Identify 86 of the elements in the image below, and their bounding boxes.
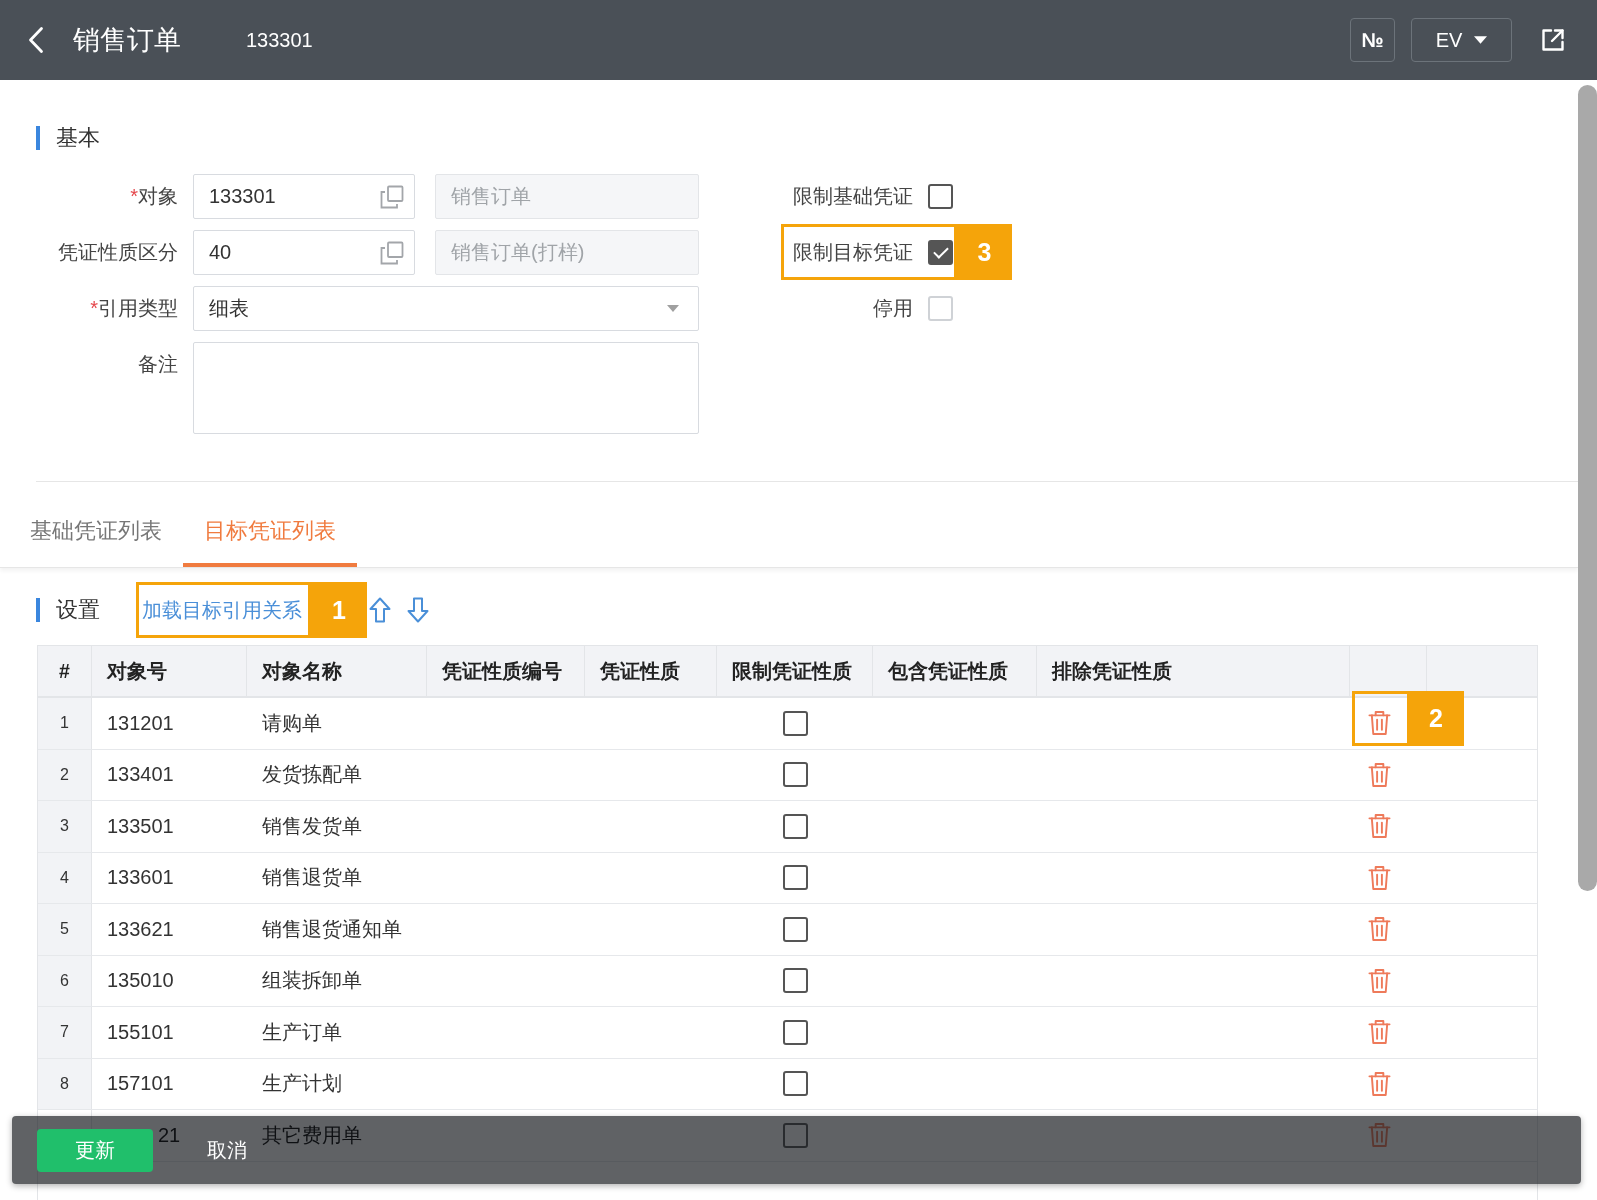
checkbox[interactable] [782, 1019, 808, 1045]
checkbox[interactable] [928, 240, 953, 265]
trash-icon[interactable] [1368, 1019, 1391, 1046]
trash-icon[interactable] [1368, 710, 1391, 737]
document-number: 133301 [246, 28, 313, 52]
step-marker: 1 [311, 582, 367, 638]
checkbox[interactable] [782, 813, 808, 839]
table-cell: 131201 [107, 711, 174, 735]
table-cell-text: 生产订单 [262, 1019, 342, 1045]
trash-icon[interactable] [1368, 813, 1391, 840]
table-cell-text: 销售退货通知单 [262, 916, 402, 942]
column-header: 对象名称 [247, 646, 427, 696]
step-marker: 3 [957, 224, 1012, 280]
trash-icon[interactable] [1368, 864, 1391, 891]
trash-icon[interactable] [1368, 1070, 1391, 1097]
table-cell-text: 销售发货单 [262, 813, 362, 839]
table-cell-text: 其它费用单 [262, 1122, 362, 1148]
row-number: 4 [38, 852, 92, 903]
input-field[interactable]: 133301 [193, 174, 415, 219]
column-header: 凭证性质编号 [427, 646, 585, 696]
dropdown[interactable]: 细表 [193, 286, 699, 331]
section-title: 基本 [36, 126, 100, 150]
section-title: 设置 [36, 598, 100, 622]
column-header: 排除凭证性质 [1037, 646, 1350, 696]
table-cell: 21 [158, 1123, 181, 1147]
readonly-field: 销售订单 [435, 174, 699, 219]
trash-icon[interactable] [1368, 916, 1391, 943]
checkbox-label: 限制目标凭证 [793, 240, 913, 265]
row-number: 7 [38, 1007, 92, 1058]
dropdown-button[interactable]: EV [1411, 18, 1512, 62]
table-cell: 133401 [107, 763, 174, 787]
trash-icon[interactable] [1368, 967, 1391, 994]
row-number: 3 [38, 801, 92, 852]
table-cell: 157101 [107, 1072, 174, 1096]
row-number: 2 [38, 749, 92, 800]
caret-icon [1474, 36, 1488, 44]
table-cell-text: 请购单 [262, 710, 322, 736]
checkbox[interactable] [782, 968, 808, 994]
field-label: 备注 [137, 352, 179, 377]
readonly-field: 销售订单(打样) [435, 230, 699, 275]
caret-icon [667, 305, 679, 312]
page-title: 销售订单 [73, 24, 181, 57]
table-cell: 133621 [107, 917, 174, 941]
table-cell: 133601 [107, 866, 174, 890]
trash-icon[interactable] [1368, 761, 1391, 788]
copy-icon[interactable] [380, 184, 404, 209]
column-header: 包含凭证性质 [873, 646, 1037, 696]
row-number: 5 [38, 904, 92, 955]
copy-icon[interactable] [380, 240, 404, 265]
checkbox-label: 停用 [873, 296, 913, 321]
field-label: *对象 [129, 184, 179, 209]
table-cell-text: 销售退货单 [262, 865, 362, 891]
arrow-down-icon[interactable] [407, 597, 429, 623]
checkbox-label: 限制基础凭证 [793, 184, 913, 209]
table-cell-text: 组装拆卸单 [262, 968, 362, 994]
table-cell-text: 生产计划 [262, 1071, 342, 1097]
column-header: # [38, 646, 92, 696]
checkbox[interactable] [782, 762, 808, 788]
row-number: 6 [38, 955, 92, 1006]
numbering-button[interactable]: № [1350, 18, 1395, 62]
column-header: 对象号 [92, 646, 247, 696]
table-cell-text: 发货拣配单 [262, 762, 362, 788]
scrollbar[interactable] [1578, 85, 1597, 891]
arrow-up-icon[interactable] [369, 597, 391, 623]
back-icon[interactable] [28, 26, 44, 54]
checkbox[interactable] [782, 710, 808, 736]
table-cell: 133501 [107, 814, 174, 838]
table-cell: 155101 [107, 1020, 174, 1044]
checkbox[interactable] [782, 1071, 808, 1097]
checkbox[interactable] [782, 1122, 808, 1148]
column-header: 凭证性质 [585, 646, 717, 696]
field-label: *引用类型 [89, 296, 179, 321]
row-number: 1 [38, 698, 92, 749]
checkbox[interactable] [928, 184, 953, 209]
checkbox[interactable] [782, 916, 808, 942]
step-marker: 2 [1408, 691, 1464, 746]
column-header: 限制凭证性质 [717, 646, 873, 696]
cancel-button[interactable]: 取消 [207, 1136, 247, 1164]
table-cell: 135010 [107, 969, 174, 993]
input-field[interactable]: 40 [193, 230, 415, 275]
checkbox[interactable] [782, 865, 808, 891]
field-label: 凭证性质区分 [57, 240, 179, 265]
trash-icon[interactable] [1368, 1122, 1391, 1149]
share-icon[interactable] [1540, 27, 1566, 53]
tab[interactable]: 基础凭证列表 [9, 482, 183, 567]
row-number: 8 [38, 1058, 92, 1109]
